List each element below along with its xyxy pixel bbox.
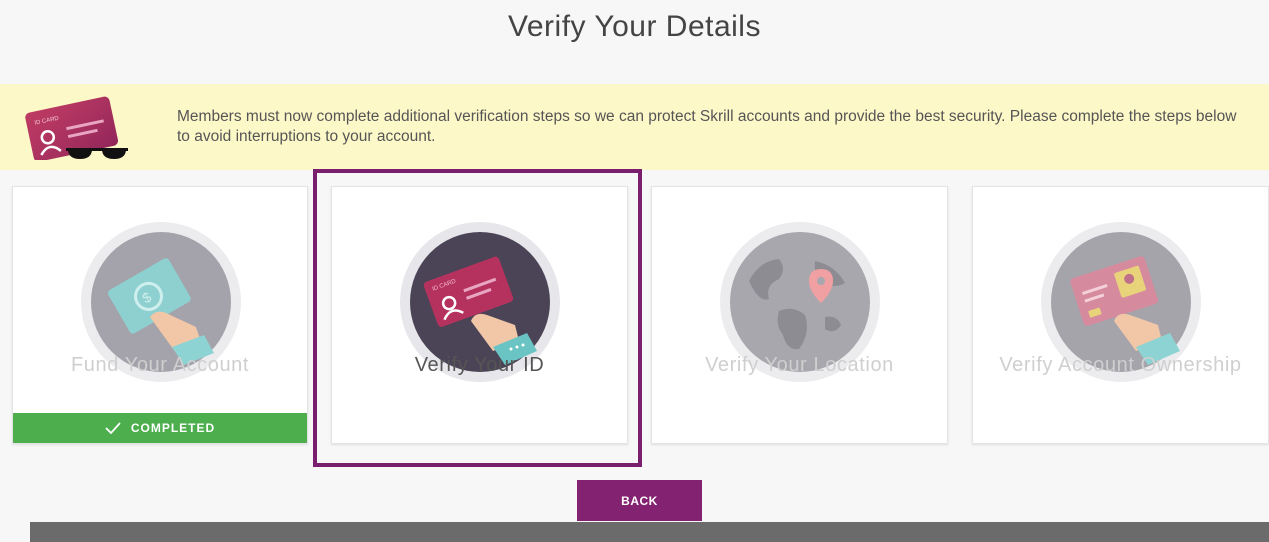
footer-bar xyxy=(30,522,1269,542)
step-card-verify-ownership[interactable]: Verify Account Ownership xyxy=(972,186,1269,444)
step-title: Verify Your Location xyxy=(705,354,894,376)
back-button[interactable]: BACK xyxy=(577,480,702,521)
verification-notice: ID CARD Members must now complete additi… xyxy=(0,84,1269,170)
step-card-verify-location[interactable]: Verify Your Location xyxy=(651,186,948,444)
step-card-fund-account[interactable]: $ Fund Your Account COMPLETED xyxy=(12,186,308,444)
step-card-verify-id[interactable]: ID CARD Verify Your ID xyxy=(331,186,628,444)
checkmark-icon xyxy=(105,422,121,434)
step-title: Fund Your Account xyxy=(70,354,250,376)
notice-text: Members must now complete additional ver… xyxy=(177,108,1237,145)
step-title: Verify Account Ownership xyxy=(999,354,1242,376)
page-title: Verify Your Details xyxy=(508,10,761,43)
step-title: Verify Your ID xyxy=(414,354,545,376)
id-card-sunglasses-icon: ID CARD xyxy=(25,96,128,160)
completed-badge: COMPLETED xyxy=(13,413,307,443)
